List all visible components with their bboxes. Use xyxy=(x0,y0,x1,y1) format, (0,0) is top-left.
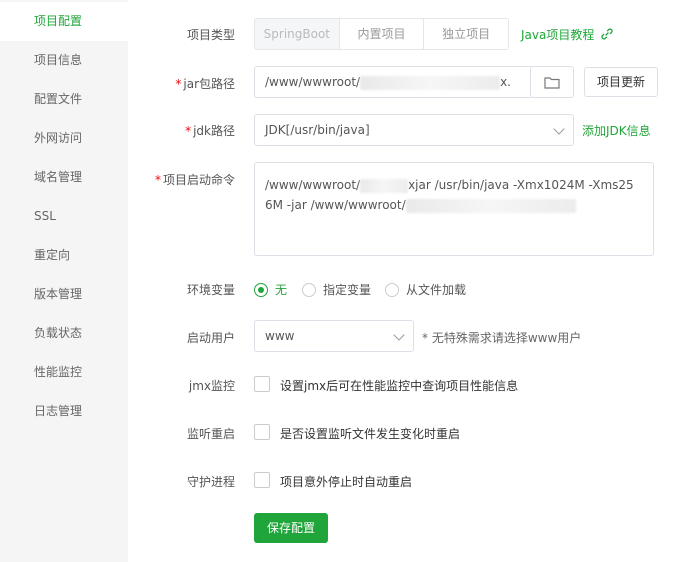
add-jdk-link[interactable]: 添加JDK信息 xyxy=(582,122,651,139)
start-user-label: 启动用户 xyxy=(186,331,235,345)
chevron-down-icon xyxy=(553,123,565,135)
radio-checked-icon xyxy=(254,282,268,297)
sidebar-item-version[interactable]: 版本管理 xyxy=(0,275,128,314)
sidebar-item-perf-monitor[interactable]: 性能监控 xyxy=(0,353,128,392)
jar-path-label: * jar包路径 xyxy=(175,77,235,91)
jmx-description: 设置jmx后可在性能监控中查询项目性能信息 xyxy=(280,379,519,393)
start-user-select[interactable]: www xyxy=(254,320,414,352)
env-radio-none[interactable]: 无 xyxy=(254,281,287,298)
project-type-builtin[interactable]: 内置项目 xyxy=(339,19,425,49)
project-type-springboot[interactable]: SpringBoot xyxy=(255,19,340,49)
link-icon xyxy=(601,28,613,40)
redacted-path xyxy=(360,75,501,90)
daemon-label: 守护进程 xyxy=(186,475,235,489)
jmx-label: jmx监控 xyxy=(188,379,235,393)
sidebar-item-ssl[interactable]: SSL xyxy=(0,197,128,236)
update-project-button[interactable]: 项目更新 xyxy=(584,67,658,97)
sidebar-item-project-config[interactable]: 项目配置 xyxy=(0,2,128,41)
daemon-checkbox[interactable] xyxy=(254,472,270,488)
redacted-path xyxy=(360,178,409,193)
sidebar-item-project-info[interactable]: 项目信息 xyxy=(0,41,128,80)
radio-icon xyxy=(385,282,399,297)
watch-restart-description: 是否设置监听文件发生变化时重启 xyxy=(280,427,461,441)
save-config-button[interactable]: 保存配置 xyxy=(254,513,328,543)
jdk-path-select[interactable]: JDK[/usr/bin/java] xyxy=(254,114,574,146)
env-radio-specify[interactable]: 指定变量 xyxy=(302,281,371,298)
watch-restart-checkbox[interactable] xyxy=(254,424,270,440)
daemon-description: 项目意外停止时自动重启 xyxy=(280,475,413,489)
project-type-group: SpringBoot 内置项目 独立项目 xyxy=(254,18,509,50)
project-type-label: 项目类型 xyxy=(186,28,235,42)
redacted-path xyxy=(405,198,576,213)
start-user-hint: * 无特殊需求请选择www用户 xyxy=(422,331,582,345)
java-tutorial-link[interactable]: Java项目教程 xyxy=(521,26,613,43)
browse-folder-button[interactable] xyxy=(530,66,574,98)
sidebar-item-load-status[interactable]: 负载状态 xyxy=(0,314,128,353)
sidebar-item-domain[interactable]: 域名管理 xyxy=(0,158,128,197)
sidebar-item-external-access[interactable]: 外网访问 xyxy=(0,119,128,158)
sidebar-item-config-file[interactable]: 配置文件 xyxy=(0,80,128,119)
chevron-down-icon xyxy=(393,329,405,341)
start-command-textarea[interactable]: /www/wwwroot/xjar /usr/bin/java -Xmx1024… xyxy=(254,162,654,256)
env-vars-label: 环境变量 xyxy=(186,283,235,297)
sidebar-item-logs[interactable]: 日志管理 xyxy=(0,392,128,431)
sidebar-item-redirect[interactable]: 重定向 xyxy=(0,236,128,275)
start-command-label: * 项目启动命令 xyxy=(154,173,235,187)
jdk-path-label: * jdk路径 xyxy=(185,124,235,138)
project-type-standalone[interactable]: 独立项目 xyxy=(424,19,508,49)
sidebar: 项目配置 项目信息 配置文件 外网访问 域名管理 SSL 重定向 版本管理 负载… xyxy=(0,0,128,562)
radio-icon xyxy=(302,282,316,297)
folder-icon xyxy=(544,76,560,89)
env-radio-from-file[interactable]: 从文件加载 xyxy=(385,281,466,298)
jmx-checkbox[interactable] xyxy=(254,376,270,392)
jar-path-input[interactable]: /www/wwwroot/x. xyxy=(254,66,531,98)
watch-restart-label: 监听重启 xyxy=(186,427,235,441)
